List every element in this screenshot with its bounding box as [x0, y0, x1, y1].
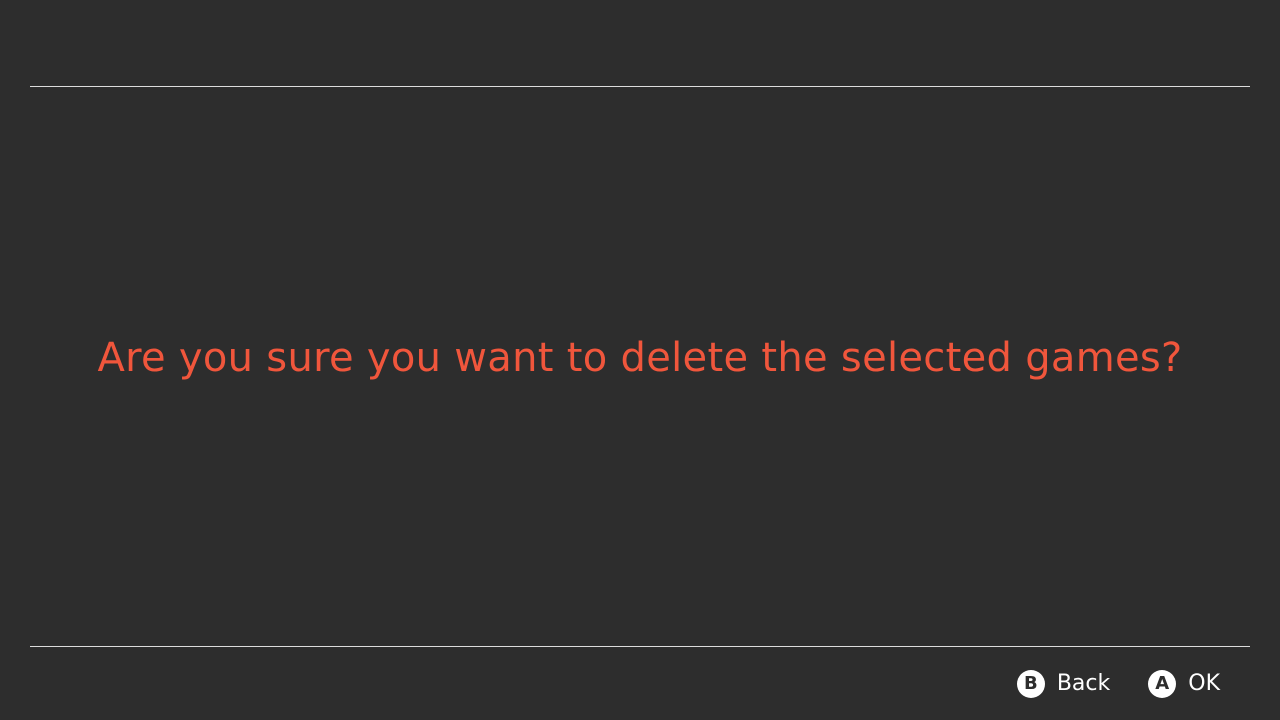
b-button-icon: B — [1016, 670, 1045, 698]
footer-actions: B Back A OK — [1016, 666, 1220, 702]
back-button[interactable]: B Back — [1016, 670, 1111, 698]
ok-button[interactable]: A OK — [1148, 670, 1220, 698]
a-button-icon: A — [1148, 670, 1177, 698]
confirmation-message: Are you sure you want to delete the sele… — [97, 335, 1183, 381]
back-label: Back — [1056, 671, 1111, 696]
bottom-divider — [30, 646, 1250, 647]
ok-label: OK — [1188, 671, 1220, 696]
top-divider — [30, 86, 1250, 87]
